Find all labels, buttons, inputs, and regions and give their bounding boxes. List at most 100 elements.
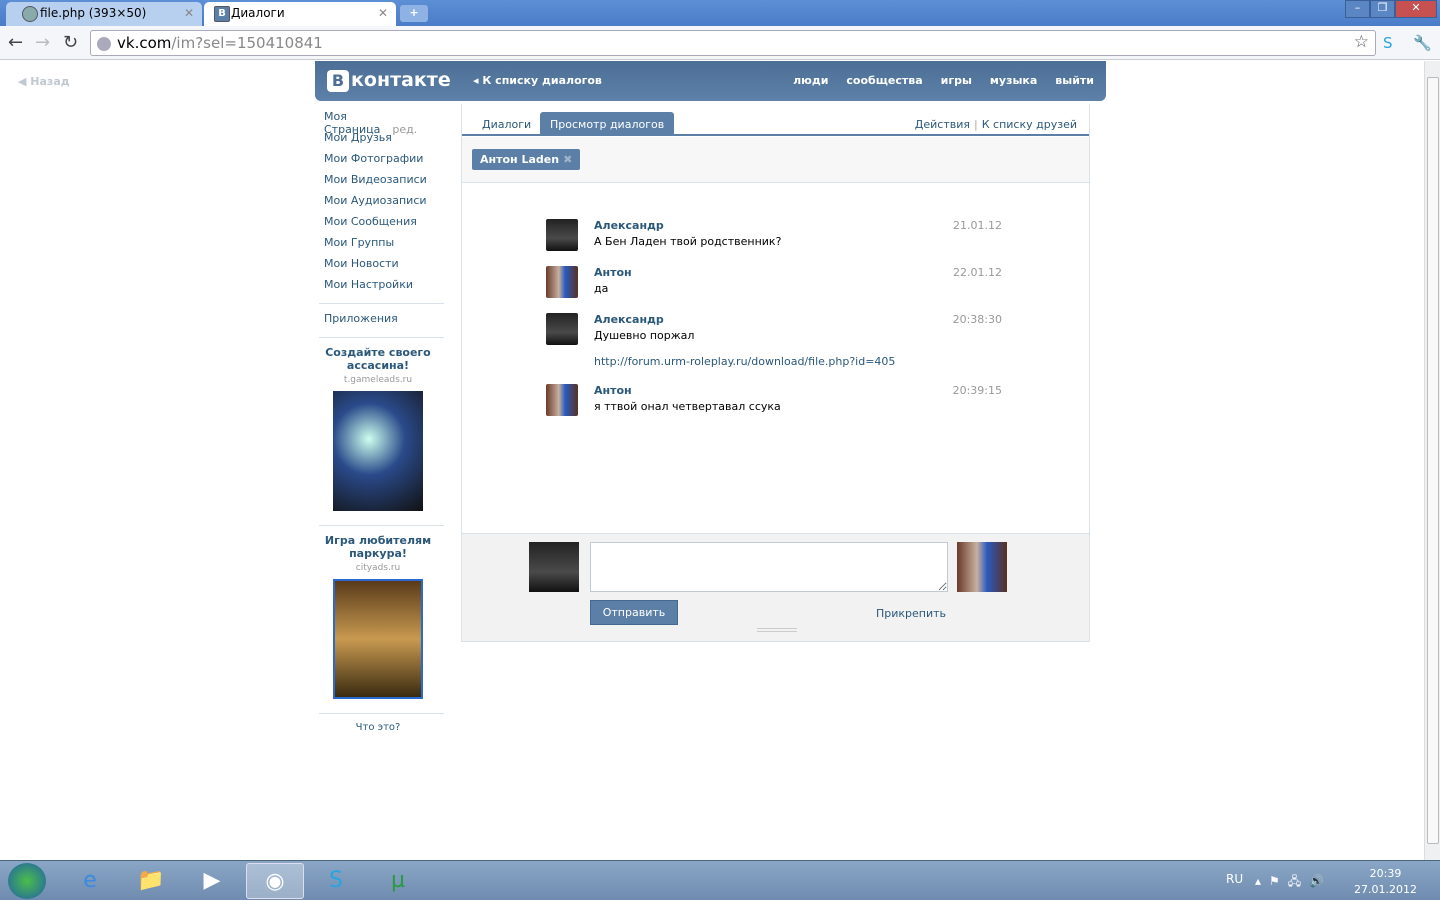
- send-button[interactable]: Отправить: [590, 600, 678, 625]
- skype-icon[interactable]: S: [308, 863, 364, 899]
- explorer-icon[interactable]: 📁: [123, 863, 179, 899]
- message-item: Антон я ттвой онал четвертавал ссука 20:39…: [546, 384, 1002, 424]
- back-link[interactable]: ◀ Назад: [18, 75, 70, 88]
- message-time: 22.01.12: [953, 266, 1002, 279]
- language-indicator[interactable]: RU: [1226, 872, 1243, 886]
- media-player-icon[interactable]: ▶: [184, 863, 240, 899]
- avatar[interactable]: [546, 384, 578, 416]
- maximize-button[interactable]: ❐: [1370, 0, 1395, 18]
- globe-icon: [97, 37, 111, 51]
- message-text: я ттвой онал четвертавал ссука: [594, 400, 781, 413]
- reload-icon[interactable]: ↻: [63, 32, 78, 53]
- forward-arrow-icon[interactable]: →: [35, 32, 50, 53]
- page: ◀ Назад Вконтакте ◂ К списку диалогов лю…: [0, 61, 1424, 860]
- message-time: 21.01.12: [953, 219, 1002, 232]
- back-to-dialogs-link[interactable]: ◂ К списку диалогов: [473, 74, 602, 87]
- tab-view-dialogs[interactable]: Просмотр диалогов: [540, 112, 675, 135]
- show-hidden-icons-icon[interactable]: ▴: [1255, 874, 1269, 888]
- sidebar: Моя Страница ред. Мои Друзья Мои Фотограф…: [319, 110, 444, 733]
- vk-logo[interactable]: Вконтакте: [327, 69, 451, 92]
- ie-icon[interactable]: e: [62, 863, 118, 899]
- tab-bar: file.php (393×50) ✕ В Диалоги ✕ + – ❐ ✕: [0, 0, 1440, 26]
- clock[interactable]: 20:39 27.01.2012: [1354, 866, 1417, 898]
- message-item: Александр Душевно поржал 20:38:30 http://fo…: [546, 313, 1002, 373]
- dialog-tabs: Диалоги Просмотр диалогов Действия | К спи…: [462, 112, 1089, 136]
- message-author[interactable]: Антон: [594, 384, 632, 397]
- chrome-icon[interactable]: ◉: [246, 863, 304, 899]
- dialogs-panel: Диалоги Просмотр диалогов Действия | К спи…: [461, 104, 1090, 642]
- message-link[interactable]: http://forum.urm-roleplay.ru/download/fi…: [594, 355, 895, 368]
- resize-handle[interactable]: [757, 628, 797, 632]
- sidebar-item-groups[interactable]: Мои Группы: [324, 236, 439, 257]
- start-button[interactable]: [8, 863, 46, 899]
- sidebar-item-messages[interactable]: Мои Сообщения: [324, 215, 439, 236]
- taskbar: e 📁 ▶ ◉ S µ RU ▴⚑🖧🔊 20:39 27.01.2012: [0, 860, 1440, 900]
- back-arrow-icon[interactable]: ←: [8, 32, 23, 53]
- peer-avatar[interactable]: [957, 542, 1007, 592]
- close-window-button[interactable]: ✕: [1395, 0, 1437, 18]
- globe-icon: [22, 6, 38, 22]
- close-tab-icon[interactable]: ✕: [184, 6, 194, 20]
- ad-block[interactable]: Игра любителям паркура! cityads.ru: [319, 534, 437, 699]
- nav-logout[interactable]: выйти: [1055, 74, 1094, 87]
- sidebar-item-photos[interactable]: Мои Фотографии: [324, 152, 439, 173]
- message-author[interactable]: Антон: [594, 266, 632, 279]
- message-time: 20:39:15: [952, 384, 1002, 397]
- vk-favicon-icon: В: [214, 6, 230, 22]
- compose-area: Отправить Прикрепить: [462, 533, 1089, 641]
- address-bar[interactable]: vk.com/im?sel=150410841 ☆: [90, 30, 1376, 56]
- minimize-button[interactable]: –: [1345, 0, 1370, 18]
- my-avatar[interactable]: [529, 542, 579, 592]
- message-item: Александр А Бен Ладен твой родственник? 21…: [546, 219, 1002, 259]
- nav-games[interactable]: игры: [941, 74, 972, 87]
- edit-link[interactable]: ред.: [392, 123, 417, 136]
- ad-image[interactable]: [333, 391, 423, 511]
- message-author[interactable]: Александр: [594, 219, 664, 232]
- peer-bar: Антон Laden ✖: [462, 137, 1089, 183]
- avatar[interactable]: [546, 219, 578, 251]
- scrollbar[interactable]: [1424, 61, 1440, 860]
- ad-image[interactable]: [333, 579, 423, 699]
- message-text: да: [594, 282, 609, 295]
- nav-communities[interactable]: сообщества: [846, 74, 922, 87]
- message-text: А Бен Ладен твой родственник?: [594, 235, 782, 248]
- avatar[interactable]: [546, 313, 578, 345]
- utorrent-icon[interactable]: µ: [370, 863, 426, 899]
- browser-tab-dialogs[interactable]: В Диалоги ✕: [204, 2, 396, 26]
- network-icon[interactable]: 🖧: [1288, 874, 1309, 888]
- sidebar-item-news[interactable]: Мои Новости: [324, 257, 439, 278]
- avatar[interactable]: [546, 266, 578, 298]
- sidebar-item-my-page[interactable]: Моя Страница ред.: [324, 110, 439, 136]
- actions-link[interactable]: Действия: [915, 118, 970, 131]
- divider: [319, 713, 444, 714]
- new-tab-button[interactable]: +: [400, 5, 428, 22]
- scrollbar-thumb[interactable]: [1427, 77, 1439, 844]
- volume-icon[interactable]: 🔊: [1309, 874, 1332, 888]
- message-item: Антон да 22.01.12: [546, 266, 1002, 306]
- what-is-this-link[interactable]: Что это?: [319, 722, 437, 733]
- nav-music[interactable]: музыка: [990, 74, 1037, 87]
- browser-tab-file[interactable]: file.php (393×50) ✕: [6, 2, 202, 26]
- sidebar-item-apps[interactable]: Приложения: [324, 312, 439, 333]
- system-tray[interactable]: ▴⚑🖧🔊: [1255, 872, 1332, 893]
- close-tab-icon[interactable]: ✕: [378, 6, 388, 20]
- ad-block[interactable]: Создайте своего ассасина! t.gameleads.ru: [319, 346, 437, 511]
- sidebar-item-settings[interactable]: Мои Настройки: [324, 278, 439, 299]
- sidebar-item-audio[interactable]: Мои Аудиозаписи: [324, 194, 439, 215]
- action-center-flag-icon[interactable]: ⚑: [1269, 874, 1288, 888]
- wrench-icon[interactable]: 🔧: [1413, 34, 1432, 52]
- sidebar-item-videos[interactable]: Мои Видеозаписи: [324, 173, 439, 194]
- message-input[interactable]: [590, 542, 948, 592]
- divider: [319, 303, 444, 304]
- friends-list-link[interactable]: К списку друзей: [982, 118, 1077, 131]
- nav-people[interactable]: люди: [793, 74, 828, 87]
- tab-dialogs[interactable]: Диалоги: [472, 112, 541, 135]
- star-icon[interactable]: ☆: [1354, 32, 1369, 52]
- message-author[interactable]: Александр: [594, 313, 664, 326]
- top-nav: люди сообщества игры музыка выйти: [775, 74, 1094, 87]
- attach-link[interactable]: Прикрепить: [876, 607, 946, 620]
- skype-extension-icon[interactable]: S: [1383, 34, 1393, 52]
- remove-peer-icon[interactable]: ✖: [563, 153, 572, 166]
- sidebar-item-friends[interactable]: Мои Друзья: [324, 131, 439, 152]
- peer-chip[interactable]: Антон Laden ✖: [472, 149, 581, 170]
